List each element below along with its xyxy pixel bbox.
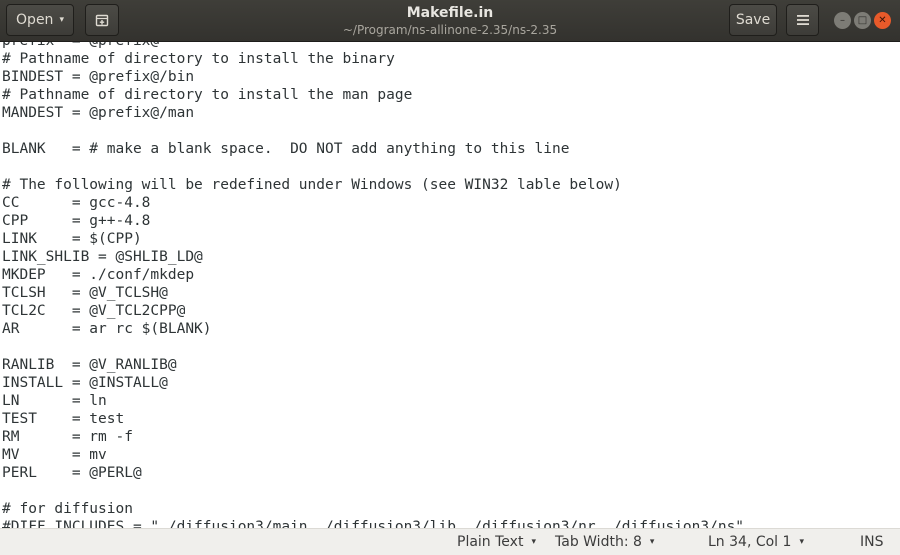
code-line: AR = ar rc $(BLANK)	[2, 321, 212, 337]
hamburger-menu-button[interactable]	[786, 4, 819, 36]
code-line: RM = rm -f	[2, 429, 133, 445]
code-line: MKDEP = ./conf/mkdep	[2, 267, 195, 283]
chevron-down-icon: ▾	[59, 15, 64, 25]
code-line: TEST = test	[2, 411, 125, 427]
save-button[interactable]: Save	[729, 4, 777, 36]
code-line: MV = mv	[2, 447, 107, 463]
language-selector[interactable]: Plain Text ▾	[457, 534, 536, 550]
code-line: CC = gcc-4.8	[2, 195, 151, 211]
new-document-icon	[95, 14, 109, 27]
hamburger-menu-icon	[796, 15, 809, 25]
code-line: RANLIB = @V_RANLIB@	[2, 357, 177, 373]
window-subtitle-path: ~/Program/ns-allinone-2.35/ns-2.35	[342, 23, 558, 37]
code-line: INSTALL = @INSTALL@	[2, 375, 168, 391]
code-text: prefix = @prefix@# Pathname of directory…	[2, 42, 744, 528]
header-bar: Open ▾ Makefile.in ~/Program/ns-allinone…	[0, 0, 900, 42]
code-line: MANDEST = @prefix@/man	[2, 105, 195, 121]
code-line: BLANK = # make a blank space. DO NOT add…	[2, 141, 570, 157]
code-line: LINK = $(CPP)	[2, 231, 142, 247]
maximize-icon: □	[857, 14, 868, 26]
chevron-down-icon: ▾	[649, 537, 655, 547]
code-line: # Pathname of directory to install the m…	[2, 87, 413, 103]
cursor-position-label: Ln 34, Col 1	[708, 534, 792, 550]
chevron-down-icon: ▾	[799, 537, 804, 547]
tab-width-label: Tab Width: 8	[555, 534, 642, 550]
close-icon: ✕	[878, 14, 887, 26]
code-line: BINDEST = @prefix@/bin	[2, 69, 195, 85]
code-line: # for diffusion	[2, 501, 133, 517]
code-line: # Pathname of directory to install the b…	[2, 51, 395, 67]
code-line: PERL = @PERL@	[2, 465, 142, 481]
code-line: TCLSH = @V_TCLSH@	[2, 285, 168, 301]
maximize-window-button[interactable]: □	[854, 12, 871, 29]
code-line: prefix = @prefix@	[2, 42, 744, 50]
insert-mode-indicator: INS	[860, 534, 884, 550]
open-button[interactable]: Open ▾	[6, 4, 74, 36]
cursor-position-selector[interactable]: Ln 34, Col 1 ▾	[708, 534, 804, 550]
code-line: CPP = g++-4.8	[2, 213, 151, 229]
window-title: Makefile.in	[406, 5, 494, 21]
text-editor-area[interactable]: prefix = @prefix@# Pathname of directory…	[0, 42, 900, 528]
tab-width-selector[interactable]: Tab Width: 8 ▾	[555, 534, 654, 550]
code-line: #DIFF_INCLUDES = "./diffusion3/main ./di…	[2, 519, 745, 528]
new-tab-button[interactable]	[85, 4, 119, 36]
code-line: TCL2C = @V_TCL2CPP@	[2, 303, 186, 319]
code-line: # The following will be redefined under …	[2, 177, 622, 193]
code-line: LINK_SHLIB = @SHLIB_LD@	[2, 249, 203, 265]
chevron-down-icon: ▾	[531, 537, 536, 547]
minimize-window-button[interactable]: –	[834, 12, 851, 29]
window-title-area: Makefile.in ~/Program/ns-allinone-2.35/n…	[300, 4, 600, 38]
status-bar: Plain Text ▾ Tab Width: 8 ▾ Ln 34, Col 1…	[0, 528, 900, 555]
close-window-button[interactable]: ✕	[874, 12, 891, 29]
code-line: LN = ln	[2, 393, 107, 409]
minimize-icon: –	[840, 14, 845, 26]
language-label: Plain Text	[457, 534, 524, 550]
open-label: Open	[16, 12, 54, 28]
